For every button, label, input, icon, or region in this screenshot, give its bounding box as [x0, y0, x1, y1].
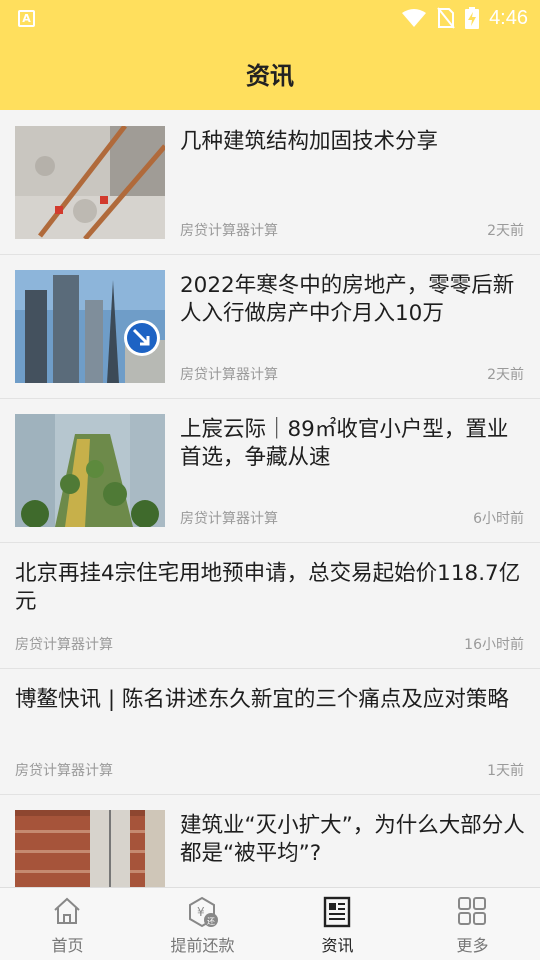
- article-time: 2天前: [487, 367, 524, 383]
- app-header: 资讯: [0, 36, 540, 110]
- svg-text:还: 还: [207, 916, 215, 926]
- article-source: 房贷计算器计算: [180, 367, 278, 383]
- news-item[interactable]: 博鳌快讯 | 陈名讲述东久新宜的三个痛点及应对策略 房贷计算器计算 1天前: [0, 669, 540, 795]
- no-sim-icon: [437, 7, 455, 29]
- article-source: 房贷计算器计算: [180, 223, 278, 239]
- clock: 4:46: [489, 6, 528, 29]
- article-time: 2天前: [487, 223, 524, 239]
- wifi-icon: [402, 9, 427, 27]
- article-headline[interactable]: 博鳌快讯 | 陈名讲述东久新宜的三个痛点及应对策略: [15, 686, 530, 714]
- article-time: 16小时前: [464, 637, 524, 653]
- app-notification-icon: A: [18, 10, 35, 27]
- news-item[interactable]: 建筑业“灭小扩大”，为什么大部分人都是“被平均”?: [0, 795, 540, 887]
- article-thumbnail[interactable]: [15, 414, 165, 527]
- tab-more[interactable]: 更多: [405, 888, 540, 960]
- news-item[interactable]: 北京再挂4宗住宅用地预申请，总交易起始价118.7亿元 房贷计算器计算 16小时…: [0, 543, 540, 669]
- news-item[interactable]: 几种建筑结构加固技术分享 房贷计算器计算 2天前: [0, 110, 540, 255]
- article-source: 房贷计算器计算: [15, 637, 113, 653]
- article-headline[interactable]: 2022年寒冬中的房地产，零零后新人入行做房产中介月入10万: [180, 272, 520, 328]
- tab-home[interactable]: 首页: [0, 888, 135, 960]
- page-title: 资讯: [246, 61, 294, 90]
- article-time: 6小时前: [473, 511, 524, 527]
- tab-prepay[interactable]: ¥ 还 提前还款: [135, 888, 270, 960]
- article-thumbnail[interactable]: [15, 126, 165, 239]
- tab-label: 资讯: [321, 936, 354, 955]
- article-thumbnail[interactable]: [15, 810, 165, 887]
- news-icon: [323, 896, 351, 928]
- status-bar: A 4:46: [0, 0, 540, 36]
- bottom-tab-bar: 首页 ¥ 还 提前还款 资讯 更多: [0, 887, 540, 960]
- home-icon: [54, 897, 80, 924]
- article-headline[interactable]: 几种建筑结构加固技术分享: [180, 128, 520, 156]
- grid-icon: [458, 897, 486, 925]
- article-source: 房贷计算器计算: [15, 763, 113, 779]
- news-item[interactable]: 2022年寒冬中的房地产，零零后新人入行做房产中介月入10万 房贷计算器计算 2…: [0, 255, 540, 399]
- article-headline[interactable]: 北京再挂4宗住宅用地预申请，总交易起始价118.7亿元: [15, 560, 530, 616]
- article-time: 1天前: [487, 763, 524, 779]
- svg-text:¥: ¥: [197, 905, 205, 919]
- tab-news[interactable]: 资讯: [270, 888, 405, 960]
- article-thumbnail[interactable]: [15, 270, 165, 383]
- tab-label: 更多: [456, 936, 489, 955]
- news-item[interactable]: 上宸云际｜89㎡收官小户型，置业首选，争藏从速 房贷计算器计算 6小时前: [0, 399, 540, 543]
- article-headline[interactable]: 上宸云际｜89㎡收官小户型，置业首选，争藏从速: [180, 416, 520, 472]
- tab-label: 提前还款: [170, 936, 235, 955]
- article-source: 房贷计算器计算: [180, 511, 278, 527]
- tab-label: 首页: [51, 936, 84, 955]
- news-feed[interactable]: 几种建筑结构加固技术分享 房贷计算器计算 2天前 2022年寒冬中的房地产，零零…: [0, 110, 540, 887]
- article-headline[interactable]: 建筑业“灭小扩大”，为什么大部分人都是“被平均”?: [180, 812, 525, 868]
- prepay-icon: ¥ 还: [189, 896, 218, 928]
- battery-charging-icon: [465, 7, 480, 29]
